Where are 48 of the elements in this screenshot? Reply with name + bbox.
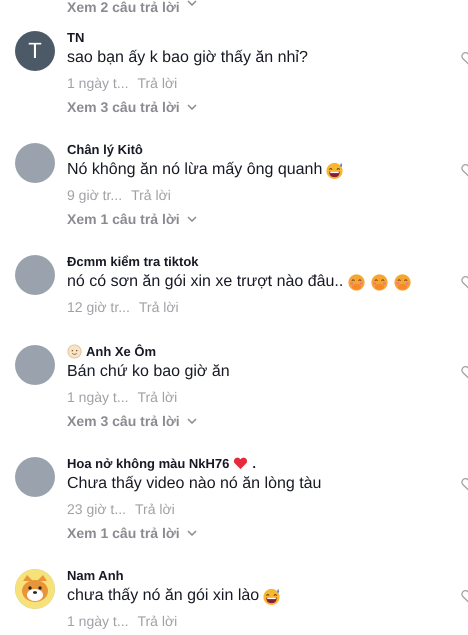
- username[interactable]: Anh Xe Ôm: [86, 344, 156, 358]
- reply-link[interactable]: Trả lời: [131, 187, 171, 203]
- comment-time: 12 giờ tr...: [67, 299, 130, 315]
- reply-link[interactable]: Trả lời: [135, 501, 175, 517]
- heart-icon: [233, 456, 248, 470]
- comment-text: Nó không ăn nó lừa mấy ông quanh: [67, 161, 322, 179]
- view-replies-link[interactable]: Xem 1 câu trả lời: [67, 526, 180, 540]
- chevron-down-icon: [186, 418, 197, 424]
- username[interactable]: Nam Anh: [67, 568, 124, 582]
- username[interactable]: Hoa nở không màu NkH76: [67, 456, 230, 470]
- comment-text: sao bạn ấy k bao giờ thấy ăn nhỉ?: [67, 49, 308, 67]
- chevron-down-icon: [186, 0, 197, 6]
- hand-over-mouth-emoji-icon: [347, 272, 366, 292]
- username[interactable]: TN: [67, 30, 84, 44]
- hand-over-mouth-emoji-icon: [370, 272, 390, 292]
- reply-link[interactable]: Trả lời: [137, 613, 178, 629]
- avatar[interactable]: T: [15, 31, 55, 71]
- dog-avatar-icon[interactable]: [15, 569, 55, 609]
- comment-text: Bán chứ ko bao giờ ăn: [67, 363, 230, 381]
- reply-link[interactable]: Trả lời: [138, 299, 179, 315]
- comment-time: 23 giờ t...: [67, 501, 126, 517]
- view-replies-link[interactable]: Xem 3 câu trả lời: [67, 414, 180, 428]
- view-replies-link[interactable]: Xem 3 câu trả lời: [67, 100, 180, 114]
- username[interactable]: Chân lý Kitô: [67, 142, 143, 156]
- chevron-down-icon: [186, 530, 197, 536]
- avatar-photo-placeholder[interactable]: [15, 345, 55, 385]
- comment-text: nó có sơn ăn gói xin xe trượt nào đâu..: [67, 273, 344, 291]
- comment-text: Chưa thấy video nào nó ăn lòng tàu: [67, 475, 322, 493]
- view-replies-link[interactable]: Xem 2 câu trả lời: [67, 0, 180, 14]
- reply-link[interactable]: Trả lời: [137, 75, 178, 91]
- comment-time: 1 ngày t...: [67, 75, 128, 91]
- chevron-down-icon: [186, 104, 197, 110]
- grinning-sweat-emoji-icon: [325, 160, 344, 180]
- avatar-photo-placeholder[interactable]: [15, 457, 55, 497]
- hand-over-mouth-emoji-icon: [393, 272, 412, 292]
- comment-time: 1 ngày t...: [67, 389, 128, 405]
- grinning-sweat-emoji-icon: [262, 586, 282, 606]
- smiley-face-icon: [67, 344, 82, 358]
- username[interactable]: Đcmm kiểm tra tiktok: [67, 254, 198, 268]
- view-replies-link[interactable]: Xem 1 câu trả lời: [67, 212, 180, 226]
- reply-link[interactable]: Trả lời: [137, 389, 178, 405]
- avatar-photo-placeholder[interactable]: [15, 255, 55, 295]
- comment-time: 9 giờ tr...: [67, 187, 122, 203]
- chevron-down-icon: [186, 216, 197, 222]
- avatar-photo-placeholder[interactable]: [15, 143, 55, 183]
- comment-text: chưa thấy nó ăn gói xin lào: [67, 587, 260, 605]
- name-suffix: .: [252, 456, 256, 470]
- comment-time: 1 ngày t...: [67, 613, 128, 629]
